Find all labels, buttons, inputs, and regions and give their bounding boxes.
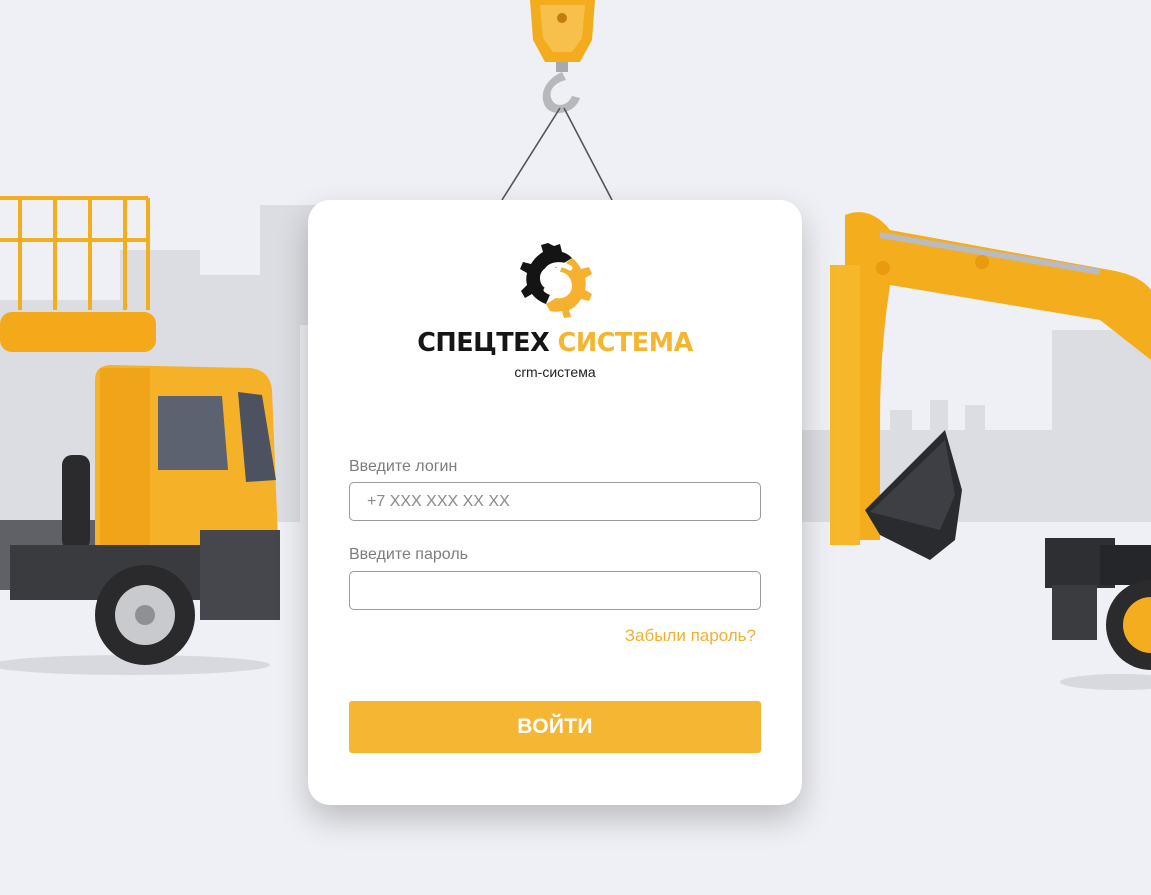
login-card: СПЕЦТЕХ СИСТЕМА crm-система Введите логи… [308, 200, 802, 805]
login-button[interactable]: ВОЙТИ [349, 701, 761, 753]
gear-s-logo-icon [520, 243, 592, 318]
login-input[interactable] [349, 482, 761, 521]
brand-subtitle: crm-система [514, 364, 596, 380]
login-label: Введите логин [349, 458, 458, 475]
password-label: Введите пароль [349, 546, 468, 563]
brand-name: СПЕЦТЕХ СИСТЕМА [313, 328, 797, 358]
crane-hook-icon [501, 0, 613, 201]
brand-name-part2: СИСТЕМА [557, 328, 694, 358]
forgot-password-link[interactable]: Забыли пароль? [625, 626, 756, 646]
password-input[interactable] [349, 571, 761, 610]
brand-name-part1: СПЕЦТЕХ [417, 328, 550, 358]
